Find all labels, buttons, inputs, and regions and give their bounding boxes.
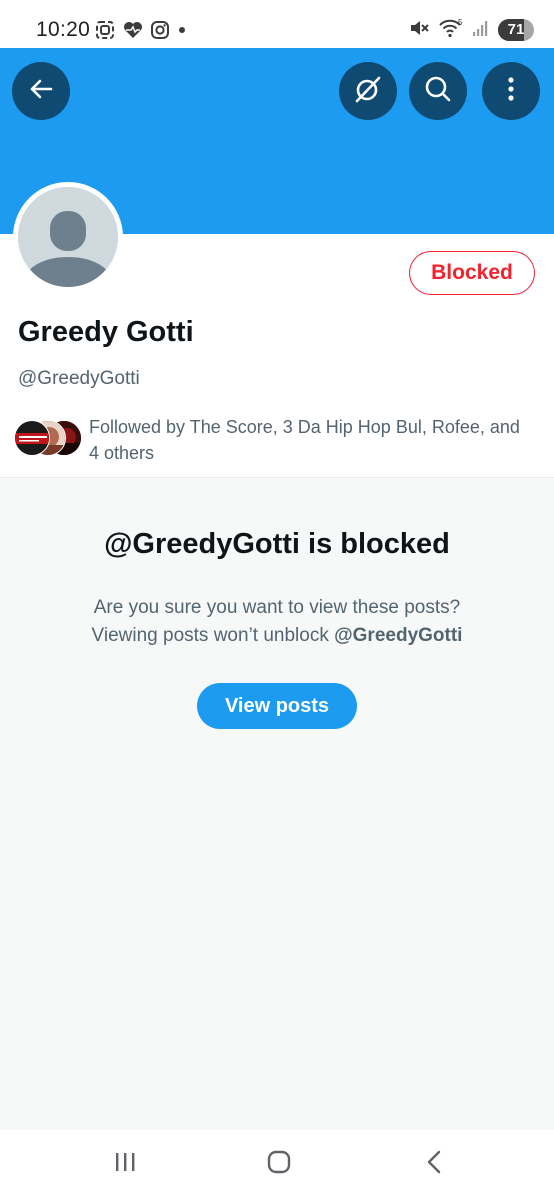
grok-icon — [353, 74, 383, 109]
blocked-button[interactable]: Blocked — [409, 251, 535, 295]
battery-icon: 71 — [498, 19, 534, 41]
more-vertical-icon — [506, 75, 516, 108]
blocked-message: Are you sure you want to view these post… — [0, 594, 554, 650]
status-bar: 10:20 5 71 — [0, 0, 554, 48]
signal-icon — [472, 18, 490, 43]
back-icon — [424, 1149, 444, 1180]
recent-apps-icon — [112, 1150, 138, 1179]
svg-text:5: 5 — [458, 18, 463, 27]
profile-avatar[interactable] — [13, 182, 123, 292]
mute-icon — [408, 17, 430, 44]
blocked-title: @GreedyGotti is blocked — [104, 528, 450, 560]
instagram-icon — [150, 20, 170, 45]
follower-avatar — [14, 420, 50, 456]
more-options-button[interactable] — [482, 62, 540, 120]
display-name: Greedy Gotti — [18, 316, 194, 348]
heart-health-icon — [122, 20, 144, 45]
home-button[interactable] — [259, 1148, 299, 1180]
system-nav-bar — [0, 1130, 554, 1200]
back-nav-button[interactable] — [414, 1148, 454, 1180]
home-icon — [266, 1149, 292, 1180]
default-avatar-icon — [18, 187, 118, 287]
blocked-message-prefix: Viewing posts won’t unblock — [91, 625, 335, 646]
status-system-icons: 5 71 — [408, 17, 534, 43]
blocked-message-line1: Are you sure you want to view these post… — [93, 597, 461, 618]
blocked-message-handle: @GreedyGotti — [334, 625, 463, 646]
search-button[interactable] — [409, 62, 467, 120]
followed-by[interactable]: Followed by The Score, 3 Da Hip Hop Bul,… — [14, 414, 534, 466]
recent-apps-button[interactable] — [105, 1148, 145, 1180]
divider — [0, 477, 554, 478]
grok-button[interactable] — [339, 62, 397, 120]
status-time: 10:20 — [36, 18, 91, 41]
battery-level: 71 — [507, 21, 525, 38]
wifi-icon: 5 — [438, 17, 464, 44]
search-icon — [423, 74, 453, 109]
follower-avatars — [14, 420, 84, 458]
followed-by-text: Followed by The Score, 3 Da Hip Hop Bul,… — [89, 417, 520, 463]
back-button[interactable] — [12, 62, 70, 120]
status-notification-icons — [94, 20, 188, 44]
profile-handle: @GreedyGotti — [18, 368, 140, 389]
view-posts-button[interactable]: View posts — [197, 683, 357, 729]
blocked-message-line2: Viewing posts won’t unblock @GreedyGotti — [0, 622, 554, 650]
arrow-left-icon — [27, 75, 55, 108]
screenshot-icon — [94, 19, 116, 46]
notification-dot-icon — [176, 23, 188, 41]
